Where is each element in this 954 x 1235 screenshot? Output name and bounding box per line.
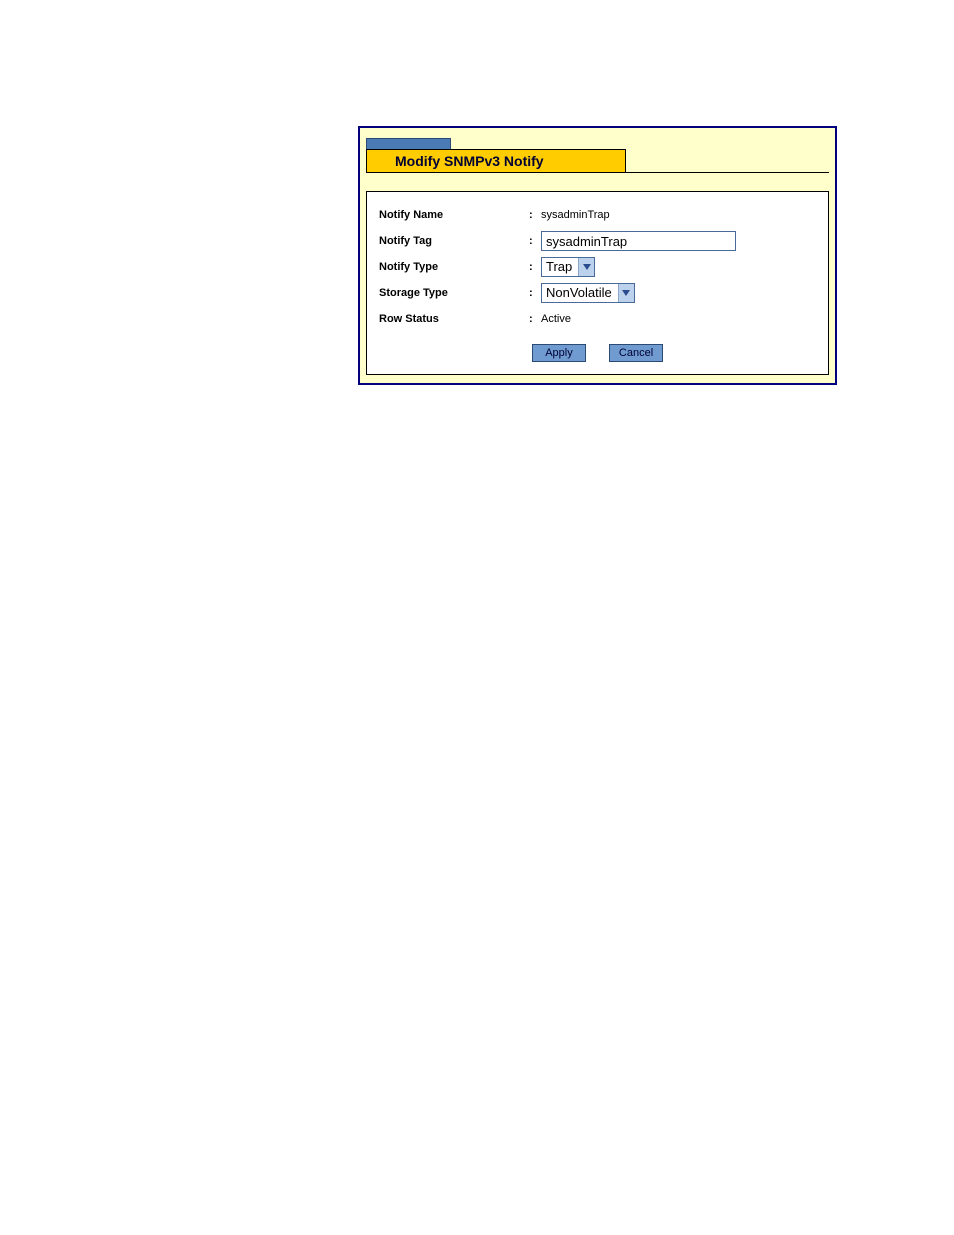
label-storage-type: Storage Type <box>379 280 529 306</box>
colon: : <box>529 254 541 280</box>
colon: : <box>529 228 541 254</box>
select-notify-type-text: Trap <box>542 258 578 276</box>
title-rule <box>626 149 829 173</box>
label-notify-name: Notify Name <box>379 202 529 228</box>
value-row-status: Active <box>541 313 571 325</box>
apply-button[interactable]: Apply <box>532 344 586 362</box>
form-table: Notify Name : sysadminTrap Notify Tag : … <box>379 202 816 332</box>
colon: : <box>529 306 541 332</box>
label-notify-type: Notify Type <box>379 254 529 280</box>
title-bar: Modify SNMPv3 Notify <box>366 149 829 173</box>
select-storage-type-text: NonVolatile <box>542 284 618 302</box>
row-notify-name: Notify Name : sysadminTrap <box>379 202 816 228</box>
button-row: Apply Cancel <box>379 344 816 362</box>
colon: : <box>529 280 541 306</box>
panel-inner: Modify SNMPv3 Notify Notify Name : sysad… <box>360 128 835 383</box>
label-row-status: Row Status <box>379 306 529 332</box>
tab-row <box>366 132 829 150</box>
cancel-button[interactable]: Cancel <box>609 344 663 362</box>
select-notify-type[interactable]: Trap <box>541 257 595 277</box>
colon: : <box>529 202 541 228</box>
value-notify-name: sysadminTrap <box>541 209 610 221</box>
chevron-down-icon <box>578 258 594 276</box>
row-notify-type: Notify Type : Trap <box>379 254 816 280</box>
input-notify-tag[interactable] <box>541 231 736 251</box>
row-row-status: Row Status : Active <box>379 306 816 332</box>
row-notify-tag: Notify Tag : <box>379 228 816 254</box>
select-storage-type[interactable]: NonVolatile <box>541 283 635 303</box>
row-storage-type: Storage Type : NonVolatile <box>379 280 816 306</box>
label-notify-tag: Notify Tag <box>379 228 529 254</box>
snmp-notify-panel: Modify SNMPv3 Notify Notify Name : sysad… <box>358 126 837 385</box>
chevron-down-icon <box>618 284 634 302</box>
panel-title: Modify SNMPv3 Notify <box>366 149 626 173</box>
form-box: Notify Name : sysadminTrap Notify Tag : … <box>366 191 829 375</box>
